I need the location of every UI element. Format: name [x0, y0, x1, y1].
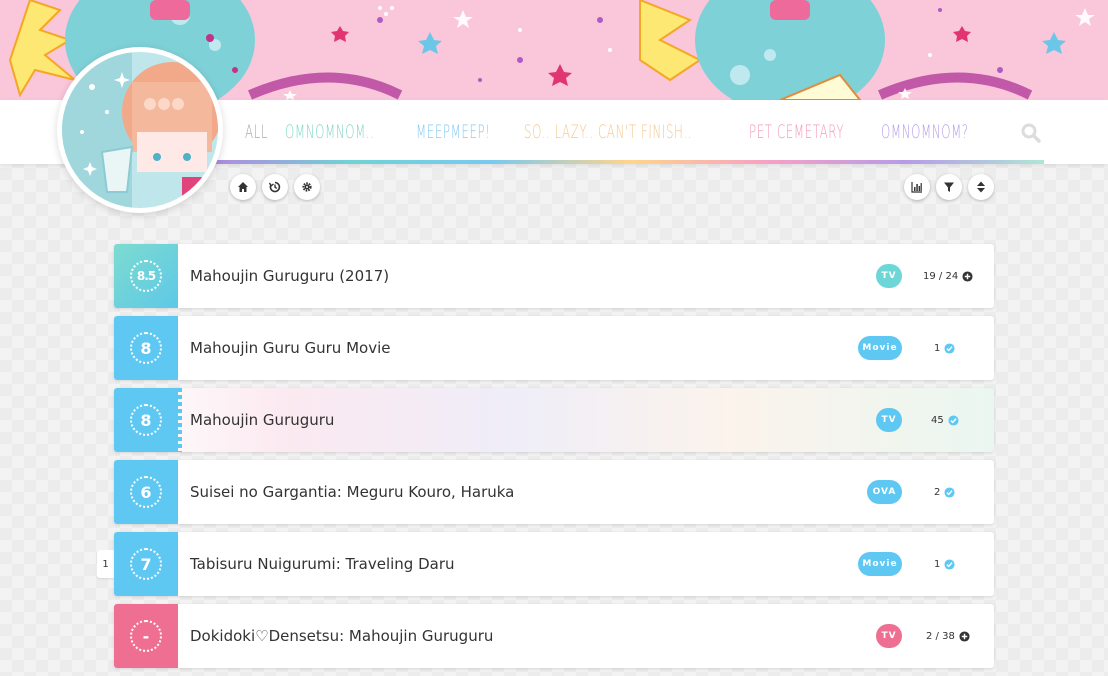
anime-title[interactable]: Mahoujin Guruguru	[190, 388, 334, 452]
progress-value: 1	[934, 342, 941, 354]
score-value: 8.5	[130, 260, 162, 292]
home-button[interactable]	[230, 174, 256, 200]
search-icon[interactable]	[1020, 122, 1042, 144]
filter-icon	[944, 182, 954, 192]
check-circle-icon	[944, 342, 955, 354]
progress-cell: 19 / 24	[923, 244, 973, 308]
score-value: 6	[130, 476, 162, 508]
hover-indicator	[178, 388, 182, 452]
sort-icon	[977, 181, 985, 193]
tab-meepmeep[interactable]: meepmeep!	[416, 121, 490, 143]
anime-title[interactable]: Tabisuru Nuigurumi: Traveling Daru	[190, 532, 455, 596]
score-block: 8	[114, 388, 178, 452]
plus-circle-icon[interactable]	[959, 630, 970, 642]
tab-omnomnom[interactable]: omnomnom..	[285, 121, 374, 143]
check-circle-icon	[948, 414, 959, 426]
score-value: 7	[130, 548, 162, 580]
stats-icon	[911, 182, 922, 193]
filter-button[interactable]	[936, 174, 962, 200]
avatar-artwork	[62, 52, 218, 208]
list-item[interactable]: 8.5 Mahoujin Guruguru (2017) TV 19 / 24	[114, 244, 994, 308]
tab-pet-cemetary[interactable]: pet cemetary	[749, 121, 844, 143]
progress-value: 2	[934, 486, 941, 498]
progress-cell: 1	[934, 316, 955, 380]
progress-cell: 1	[934, 532, 955, 596]
score-block: 8	[114, 316, 178, 380]
progress-value: 1	[934, 558, 941, 570]
score-value: 8	[130, 404, 162, 436]
avatar	[57, 47, 223, 213]
settings-button[interactable]	[294, 174, 320, 200]
anime-title[interactable]: Mahoujin Guru Guru Movie	[190, 316, 390, 380]
stats-button[interactable]	[904, 174, 930, 200]
anime-title[interactable]: Dokidoki♡Densetsu: Mahoujin Guruguru	[190, 604, 493, 668]
list-item[interactable]: 8 Mahoujin Guruguru TV 45	[114, 388, 994, 452]
check-circle-icon	[944, 558, 955, 570]
list-item[interactable]: 6 Suisei no Gargantia: Meguru Kouro, Har…	[114, 460, 994, 524]
score-value: 8	[130, 332, 162, 364]
tab-all[interactable]: All	[245, 121, 270, 143]
history-button[interactable]	[262, 174, 288, 200]
type-badge: OVA	[867, 480, 902, 504]
tab-omnomnom-question[interactable]: omnomnom?	[881, 121, 968, 143]
type-badge: TV	[876, 408, 902, 432]
progress-value: 2 / 38	[926, 630, 955, 642]
score-value: -	[130, 620, 162, 652]
type-badge: Movie	[858, 552, 902, 576]
sort-button[interactable]	[968, 174, 994, 200]
progress-value: 45	[931, 414, 944, 426]
score-block: 6	[114, 460, 178, 524]
anime-title[interactable]: Mahoujin Guruguru (2017)	[190, 244, 389, 308]
score-block: -	[114, 604, 178, 668]
anime-title[interactable]: Suisei no Gargantia: Meguru Kouro, Haruk…	[190, 460, 514, 524]
category-tabs: All omnomnom.. meepmeep! so.. lazy.. can…	[230, 100, 991, 164]
score-block: 7	[114, 532, 178, 596]
progress-cell: 2	[934, 460, 955, 524]
type-badge: TV	[876, 624, 902, 648]
list-item[interactable]: 8 Mahoujin Guru Guru Movie Movie 1	[114, 316, 994, 380]
progress-cell: 45	[931, 388, 959, 452]
progress-value: 19 / 24	[923, 270, 959, 282]
progress-cell: 2 / 38	[926, 604, 970, 668]
type-badge: Movie	[858, 336, 902, 360]
history-icon	[269, 181, 281, 193]
check-circle-icon	[944, 486, 955, 498]
gear-icon	[302, 182, 312, 192]
list-item[interactable]: 7 Tabisuru Nuigurumi: Traveling Daru Mov…	[114, 532, 994, 596]
home-icon	[238, 182, 248, 192]
type-badge: TV	[876, 264, 902, 288]
tab-so-lazy[interactable]: so.. lazy.. can't finish..	[524, 121, 691, 143]
list-item[interactable]: - Dokidoki♡Densetsu: Mahoujin Guruguru T…	[114, 604, 994, 668]
plus-circle-icon[interactable]	[962, 270, 973, 282]
score-block: 8.5	[114, 244, 178, 308]
side-tab[interactable]: 1	[97, 550, 114, 578]
